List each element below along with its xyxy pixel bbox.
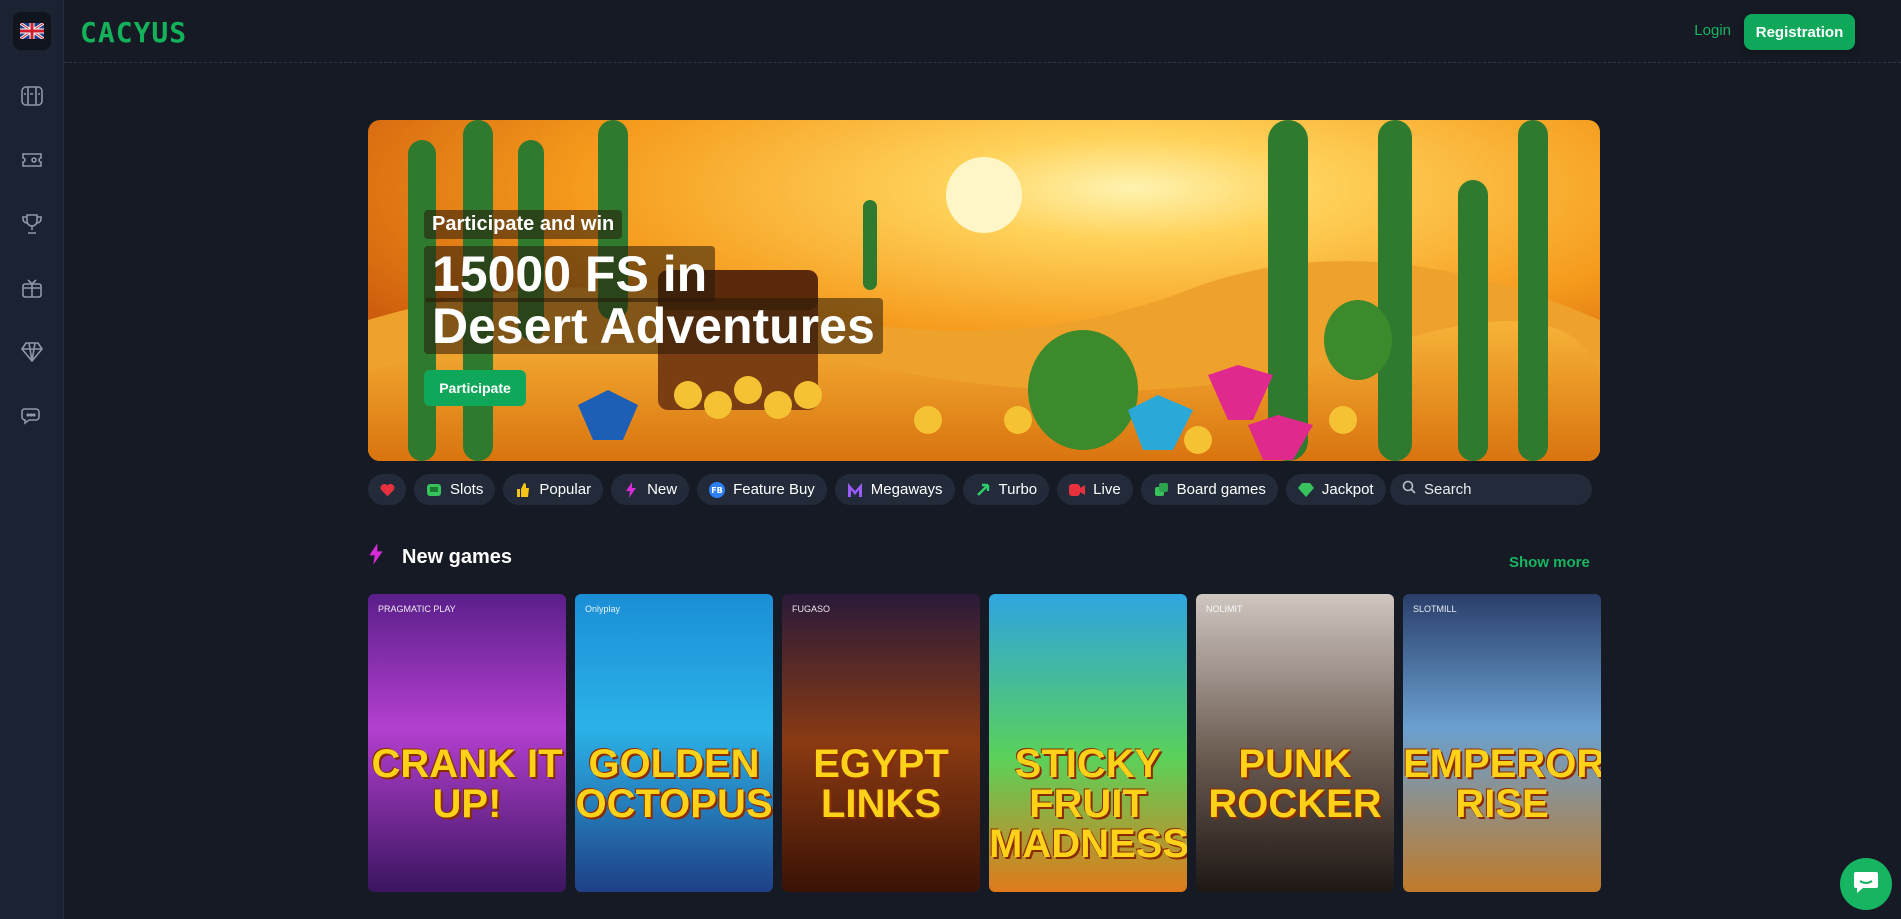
game-provider: NOLIMIT [1206, 604, 1243, 614]
category-slots[interactable]: Slots [414, 474, 496, 505]
gift-icon[interactable] [18, 274, 46, 302]
section-title: New games [402, 545, 513, 568]
svg-text:FB: FB [711, 486, 723, 495]
registration-button[interactable]: Registration [1744, 14, 1855, 50]
promo-banner[interactable]: Participate and win 15000 FS in Desert A… [368, 120, 1600, 461]
chat-widget-button[interactable] [1840, 858, 1892, 910]
diamond-icon[interactable] [18, 338, 46, 366]
heart-icon [379, 482, 395, 498]
game-card[interactable]: NOLIMIT PUNK ROCKER [1196, 594, 1394, 892]
category-feature-buy[interactable]: FB Feature Buy [697, 474, 827, 505]
game-card[interactable]: FUGASO EGYPT LINKS [782, 594, 980, 892]
game-provider: SLOTMILL [1413, 604, 1457, 614]
search-icon [1402, 480, 1416, 499]
game-provider: FUGASO [792, 604, 831, 614]
slot-machine-icon [426, 482, 442, 498]
login-link[interactable]: Login [1694, 22, 1731, 39]
language-flag-icon[interactable] [13, 12, 51, 50]
chat-icon [1853, 870, 1879, 899]
game-title: EGYPT LINKS [813, 742, 949, 826]
banner-subtitle: Participate and win [424, 210, 623, 239]
participate-button[interactable]: Participate [424, 370, 526, 406]
favorites-chip[interactable] [368, 474, 406, 505]
game-provider: PRAGMATIC PLAY [378, 604, 456, 614]
slots-icon[interactable] [18, 82, 46, 110]
game-card[interactable]: PRAGMATIC PLAY CRANK IT UP! [368, 594, 566, 892]
megaways-icon [847, 482, 863, 498]
category-bar: Slots Popular New FB Feature Buy Megaway… [368, 474, 1386, 505]
category-turbo[interactable]: Turbo [962, 474, 1050, 505]
game-list: PRAGMATIC PLAY CRANK IT UP! Onlyplay GOL… [368, 594, 1601, 892]
banner-title: 15000 FS in Desert Adventures [424, 246, 883, 354]
category-jackpot[interactable]: Jackpot [1285, 474, 1386, 505]
lightning-icon [368, 543, 384, 571]
turbo-icon [975, 482, 991, 498]
search-input[interactable] [1424, 481, 1574, 498]
category-popular[interactable]: Popular [503, 474, 604, 505]
game-card[interactable]: SLOTMILL EMPEROR'S RISE [1403, 594, 1601, 892]
top-bar: CACYUS Login Registration [64, 0, 1901, 63]
banner-title-line1: 15000 FS in [424, 246, 716, 302]
fb-icon: FB [709, 481, 726, 498]
trophy-icon[interactable] [18, 210, 46, 238]
game-card[interactable]: STICKY FRUIT MADNESS [989, 594, 1187, 892]
live-icon [1069, 482, 1086, 498]
game-title: STICKY FRUIT MADNESS [989, 742, 1187, 866]
search-box[interactable] [1390, 474, 1592, 505]
sidebar [0, 0, 64, 919]
game-card[interactable]: Onlyplay GOLDEN OCTOPUS [575, 594, 773, 892]
ticket-icon[interactable] [18, 146, 46, 174]
category-board-games[interactable]: Board games [1140, 474, 1278, 505]
show-more-link[interactable]: Show more [1509, 554, 1590, 571]
game-title: GOLDEN OCTOPUS [575, 742, 773, 826]
thumbs-up-icon [515, 482, 531, 498]
chat-bubbles-icon[interactable] [18, 402, 46, 430]
board-icon [1153, 482, 1169, 498]
game-title: PUNK ROCKER [1208, 742, 1382, 826]
logo[interactable]: CACYUS [80, 16, 187, 49]
banner-title-line2: Desert Adventures [424, 298, 883, 354]
new-games-header: New games [368, 543, 512, 571]
category-megaways[interactable]: Megaways [834, 474, 955, 505]
category-new[interactable]: New [611, 474, 690, 505]
lightning-icon [623, 481, 639, 498]
jackpot-icon [1297, 482, 1314, 498]
category-live[interactable]: Live [1057, 474, 1133, 505]
game-provider: Onlyplay [585, 604, 621, 614]
game-title: EMPEROR'S RISE [1403, 742, 1601, 826]
game-title: CRANK IT UP! [371, 742, 563, 826]
